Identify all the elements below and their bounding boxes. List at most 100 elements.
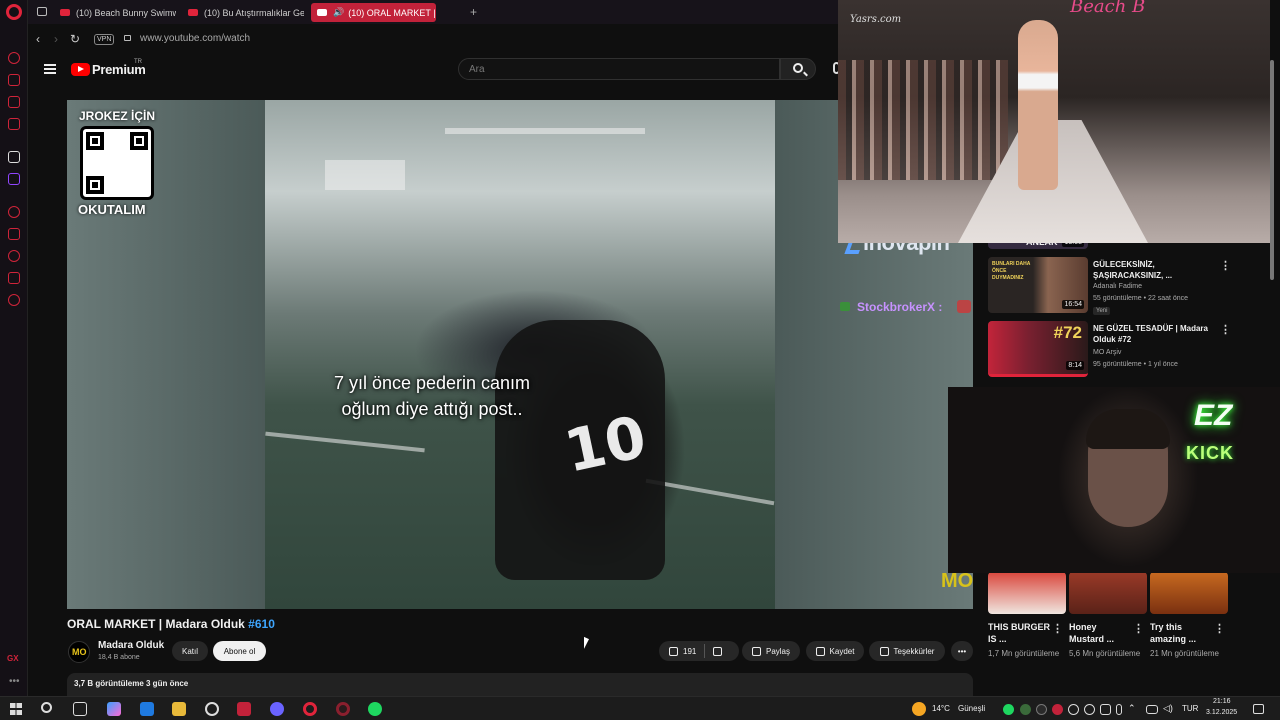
search-icon[interactable] [41, 702, 52, 713]
more-options-icon[interactable]: ⋮ [1214, 622, 1225, 635]
voicemod-icon[interactable] [237, 702, 251, 716]
lock-icon[interactable] [124, 35, 131, 41]
opera-gx-icon[interactable] [336, 702, 350, 716]
ai-icon[interactable] [8, 151, 20, 163]
list-item[interactable]: #72 8:14 NE GÜZEL TESADÜF | Madara Olduk… [988, 321, 1231, 381]
weather-sun-icon[interactable] [912, 702, 926, 716]
like-count[interactable]: 191 [683, 647, 696, 656]
short-item[interactable]: Try this amazing ... 21 Mn görüntüleme ⋮ [1150, 572, 1228, 660]
thumbnail: #72 8:14 [988, 321, 1088, 377]
short-title[interactable]: THIS BURGER IS ... [988, 621, 1050, 645]
thanks-button[interactable]: Teşekkürler [869, 641, 945, 661]
stream-logo-bottom: KICK [1186, 443, 1234, 463]
youtube-logo-icon[interactable] [71, 63, 90, 76]
tab-oral-market[interactable]: 🔊 (10) ORAL MARKET | [311, 3, 436, 22]
new-tab-button[interactable]: + [470, 5, 477, 19]
divider [704, 644, 706, 658]
avatar[interactable]: MO [68, 641, 90, 663]
scrollbar-thumb[interactable] [1270, 60, 1274, 280]
clock-time[interactable]: 21:16 [1213, 698, 1231, 705]
pin-icon[interactable] [8, 272, 20, 284]
copilot-icon[interactable] [107, 702, 121, 716]
search-input[interactable]: Ara [458, 58, 780, 80]
more-options-icon[interactable]: ⋮ [1220, 259, 1231, 272]
clock-icon[interactable] [8, 250, 20, 262]
subscriber-count: 18,4 B abone [98, 654, 140, 661]
tray-app-icon[interactable] [1052, 704, 1063, 715]
thumb-text: #72 [1053, 323, 1082, 342]
list-item[interactable]: BUNLARI DAHA ÖNCE DUYMADINIZ 16:54 GÜLEC… [988, 257, 1231, 317]
short-title[interactable]: Honey Mustard ... [1069, 621, 1131, 645]
duration-badge: 8:14 [1066, 361, 1084, 370]
mail-icon[interactable] [8, 118, 20, 130]
like-dislike-group: 191 [659, 641, 739, 661]
tab-label: (10) Beach Bunny Swimw [76, 7, 176, 18]
forward-arrow-icon[interactable]: › [54, 32, 58, 46]
tray-app-icon[interactable] [1036, 704, 1047, 715]
search-button[interactable] [780, 58, 816, 80]
edge-icon[interactable] [140, 702, 154, 716]
tray-spotify-icon[interactable] [1003, 704, 1014, 715]
tray-app-icon[interactable] [1020, 704, 1031, 715]
more-actions-button[interactable]: ••• [951, 641, 973, 661]
short-item[interactable]: Honey Mustard ... 5,6 Mn görüntüleme ⋮ [1069, 572, 1147, 660]
player-icon[interactable] [8, 206, 20, 218]
video-title[interactable]: GÜLECEKSİNİZ, ŞAŞIRACAKSINIZ, ... [1093, 259, 1213, 281]
description-box[interactable]: 3,7 B görüntüleme 3 gün önce [67, 673, 973, 696]
share-button[interactable]: Paylaş [742, 641, 800, 661]
volume-icon[interactable]: ◁) [1163, 703, 1173, 714]
tray-app-icon[interactable] [1068, 704, 1079, 715]
messenger-icon[interactable] [8, 96, 20, 108]
opera-icon[interactable] [303, 702, 317, 716]
task-view-icon[interactable] [73, 702, 87, 716]
thumbs-up-icon[interactable] [669, 646, 678, 656]
start-windows-icon[interactable] [10, 703, 22, 715]
opera-logo-icon[interactable] [6, 4, 22, 20]
aria-icon[interactable] [8, 74, 20, 86]
short-item[interactable]: THIS BURGER IS ... 1,7 Mn görüntüleme ⋮ [988, 572, 1066, 660]
title-hashtag[interactable]: #610 [248, 617, 275, 631]
more-options-icon[interactable]: ⋮ [1133, 622, 1144, 635]
tray-app-icon[interactable] [1084, 704, 1095, 715]
weather-desc[interactable]: Güneşli [958, 704, 985, 713]
app-icon[interactable] [205, 702, 219, 716]
channel-name[interactable]: Madara Olduk [98, 640, 164, 651]
tray-app-icon[interactable] [1100, 704, 1111, 715]
workspaces-icon[interactable] [37, 7, 47, 16]
twitch-icon[interactable] [8, 173, 20, 185]
vpn-badge[interactable]: VPN [94, 34, 115, 45]
language-indicator[interactable]: TUR [1182, 704, 1198, 713]
settings-gear-icon[interactable] [8, 294, 20, 306]
short-title[interactable]: Try this amazing ... [1150, 621, 1212, 645]
caption-line: oğlum diye attığı post.. [341, 399, 523, 419]
microphone-icon[interactable] [1116, 704, 1122, 715]
discord-icon[interactable] [270, 702, 284, 716]
reload-icon[interactable]: ↻ [70, 32, 80, 46]
url-field[interactable]: www.youtube.com/watch [140, 33, 250, 44]
channel-name[interactable]: MO Arşiv [1093, 349, 1121, 356]
file-explorer-icon[interactable] [172, 702, 186, 716]
bookmark-icon[interactable] [8, 228, 20, 240]
channel-name[interactable]: Adanalı Fadime [1093, 283, 1142, 290]
subscribe-button[interactable]: Abone ol [213, 641, 266, 661]
chevron-up-icon[interactable]: ⌃ [1128, 703, 1136, 714]
notification-icon[interactable] [1253, 704, 1264, 714]
more-dots-icon[interactable]: ••• [9, 676, 20, 687]
back-arrow-icon[interactable]: ‹ [36, 32, 40, 46]
hamburger-menu-icon[interactable] [44, 64, 56, 74]
more-options-icon[interactable]: ⋮ [1052, 622, 1063, 635]
clock-date[interactable]: 3.12.2025 [1206, 709, 1237, 716]
save-button[interactable]: Kaydet [806, 641, 864, 661]
network-icon[interactable] [1146, 705, 1158, 714]
join-button[interactable]: Katıl [172, 641, 208, 661]
tab-beach-bunny[interactable]: (10) Beach Bunny Swimw [54, 3, 176, 22]
thumbs-down-icon[interactable] [713, 646, 723, 656]
more-options-icon[interactable]: ⋮ [1220, 323, 1231, 336]
history-icon[interactable] [8, 52, 20, 64]
tab-atistirmaliklar[interactable]: (10) Bu Atıştırmalıklar Ger [182, 3, 304, 22]
runway-model [1018, 20, 1058, 190]
spotify-icon[interactable] [368, 702, 382, 716]
video-title[interactable]: NE GÜZEL TESADÜF | Madara Olduk #72 [1093, 323, 1213, 345]
video-meta: 55 görüntüleme • 22 saat önce [1093, 295, 1189, 302]
weather-temp[interactable]: 14°C [932, 704, 950, 713]
